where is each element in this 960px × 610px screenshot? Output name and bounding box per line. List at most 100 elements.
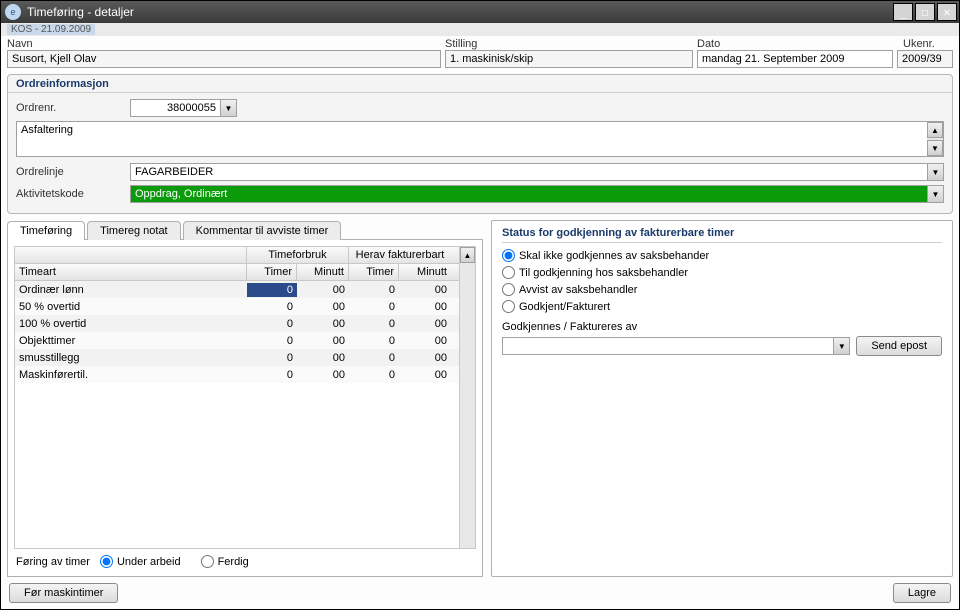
cell-timeart[interactable]: 50 % overtid bbox=[15, 300, 247, 314]
table-row[interactable]: smusstillegg000000 bbox=[15, 349, 459, 366]
ordernr-input[interactable] bbox=[130, 99, 220, 117]
cell-minutt-2[interactable]: 00 bbox=[399, 334, 451, 348]
cell-minutt-1[interactable]: 00 bbox=[297, 300, 349, 314]
cell-timer-2[interactable]: 0 bbox=[349, 283, 399, 297]
titlebar: e Timeføring - detaljer _ ☐ ✕ bbox=[1, 1, 959, 23]
grid-scrollbar[interactable]: ▲ bbox=[459, 247, 475, 548]
grid-col-header: Timeart Timer Minutt Timer Minutt bbox=[15, 264, 459, 281]
cell-timer-1[interactable]: 0 bbox=[247, 300, 297, 314]
chevron-down-icon[interactable]: ▼ bbox=[833, 337, 850, 355]
radio-avvist-label: Avvist av saksbehandler bbox=[519, 284, 637, 296]
cell-minutt-2[interactable]: 00 bbox=[399, 368, 451, 382]
col-minutt-2[interactable]: Minutt bbox=[399, 264, 451, 280]
cell-minutt-1[interactable]: 00 bbox=[297, 368, 349, 382]
cell-timeart[interactable]: Ordinær lønn bbox=[15, 283, 247, 297]
scroll-up-icon[interactable]: ▲ bbox=[460, 247, 475, 263]
label-orderline: Ordrelinje bbox=[16, 166, 126, 178]
minimize-button[interactable]: _ bbox=[893, 3, 913, 21]
tab-timeforing[interactable]: Timeføring bbox=[7, 221, 85, 240]
cell-timer-1[interactable]: 0 bbox=[247, 368, 297, 382]
radio-godkjent-input[interactable] bbox=[502, 300, 515, 313]
cell-minutt-2[interactable]: 00 bbox=[399, 300, 451, 314]
tab-timereg-notat[interactable]: Timereg notat bbox=[87, 221, 180, 240]
radio-under-arbeid[interactable]: Under arbeid bbox=[100, 555, 181, 568]
cell-timer-1[interactable]: 0 bbox=[247, 317, 297, 331]
col-minutt-1[interactable]: Minutt bbox=[297, 264, 349, 280]
approval-radio-list: Skal ikke godkjennes av saksbehander Til… bbox=[502, 249, 942, 313]
cell-timer-1[interactable]: 0 bbox=[247, 334, 297, 348]
chevron-down-icon[interactable]: ▼ bbox=[220, 99, 237, 117]
activity-input[interactable] bbox=[130, 185, 927, 203]
radio-godkjent[interactable]: Godkjent/Fakturert bbox=[502, 300, 932, 313]
send-email-button[interactable]: Send epost bbox=[856, 336, 942, 356]
maskintimer-button[interactable]: Før maskintimer bbox=[9, 583, 118, 603]
cell-timer-2[interactable]: 0 bbox=[349, 300, 399, 314]
cell-minutt-1[interactable]: 00 bbox=[297, 283, 349, 297]
radio-til-godkjenning-input[interactable] bbox=[502, 266, 515, 279]
table-row[interactable]: Ordinær lønn000000 bbox=[15, 281, 459, 298]
cell-minutt-1[interactable]: 00 bbox=[297, 351, 349, 365]
radio-skal-ikke[interactable]: Skal ikke godkjennes av saksbehander bbox=[502, 249, 932, 262]
order-section-title: Ordreinformasjon bbox=[8, 75, 952, 93]
approver-combo[interactable]: ▼ bbox=[502, 337, 850, 355]
order-description[interactable]: Asfaltering bbox=[17, 122, 927, 156]
save-button[interactable]: Lagre bbox=[893, 583, 951, 603]
table-row[interactable]: 50 % overtid000000 bbox=[15, 298, 459, 315]
maximize-button[interactable]: ☐ bbox=[915, 3, 935, 21]
grp-fakturerbart: Herav fakturerbart bbox=[349, 247, 451, 263]
week-field[interactable] bbox=[897, 50, 953, 68]
textarea-scrollbar[interactable]: ▲ ▼ bbox=[927, 122, 943, 156]
cell-timer-1[interactable]: 0 bbox=[247, 283, 297, 297]
col-timer-1[interactable]: Timer bbox=[247, 264, 297, 280]
cell-minutt-1[interactable]: 00 bbox=[297, 317, 349, 331]
col-timer-2[interactable]: Timer bbox=[349, 264, 399, 280]
cell-minutt-1[interactable]: 00 bbox=[297, 334, 349, 348]
cell-timer-2[interactable]: 0 bbox=[349, 317, 399, 331]
main-columns: Timeføring Timereg notat Kommentar til a… bbox=[1, 220, 959, 577]
cell-timer-1[interactable]: 0 bbox=[247, 351, 297, 365]
radio-til-godkjenning[interactable]: Til godkjenning hos saksbehandler bbox=[502, 266, 932, 279]
radio-ferdig[interactable]: Ferdig bbox=[201, 555, 249, 568]
cell-timer-2[interactable]: 0 bbox=[349, 351, 399, 365]
scroll-down-icon[interactable]: ▼ bbox=[927, 140, 943, 156]
radio-ferdig-label: Ferdig bbox=[218, 556, 249, 568]
table-row[interactable]: Maskinførertil.000000 bbox=[15, 366, 459, 383]
cell-minutt-2[interactable]: 00 bbox=[399, 351, 451, 365]
cell-timer-2[interactable]: 0 bbox=[349, 368, 399, 382]
grid-body[interactable]: Ordinær lønn00000050 % overtid000000100 … bbox=[15, 281, 459, 548]
table-row[interactable]: Objekttimer000000 bbox=[15, 332, 459, 349]
cell-timeart[interactable]: Maskinførertil. bbox=[15, 368, 247, 382]
close-button[interactable]: ✕ bbox=[937, 3, 957, 21]
radio-avvist[interactable]: Avvist av saksbehandler bbox=[502, 283, 932, 296]
cell-timeart[interactable]: smusstillegg bbox=[15, 351, 247, 365]
chevron-down-icon[interactable]: ▼ bbox=[927, 185, 944, 203]
window-title: Timeføring - detaljer bbox=[27, 5, 893, 19]
cell-minutt-2[interactable]: 00 bbox=[399, 283, 451, 297]
order-section: Ordreinformasjon Ordrenr. ▼ Asfaltering … bbox=[7, 74, 953, 214]
radio-under-arbeid-input[interactable] bbox=[100, 555, 113, 568]
tab-kommentar[interactable]: Kommentar til avviste timer bbox=[183, 221, 342, 240]
chevron-down-icon[interactable]: ▼ bbox=[927, 163, 944, 181]
radio-til-godkjenning-label: Til godkjenning hos saksbehandler bbox=[519, 267, 688, 279]
cell-timeart[interactable]: 100 % overtid bbox=[15, 317, 247, 331]
col-timeart[interactable]: Timeart bbox=[15, 264, 247, 280]
activity-combo[interactable]: ▼ bbox=[130, 185, 944, 203]
orderline-combo[interactable]: ▼ bbox=[130, 163, 944, 181]
orderline-input[interactable] bbox=[130, 163, 927, 181]
approver-input[interactable] bbox=[502, 337, 833, 355]
radio-skal-ikke-input[interactable] bbox=[502, 249, 515, 262]
label-activity: Aktivitetskode bbox=[16, 188, 126, 200]
cell-timer-2[interactable]: 0 bbox=[349, 334, 399, 348]
radio-skal-ikke-label: Skal ikke godkjennes av saksbehander bbox=[519, 250, 709, 262]
table-row[interactable]: 100 % overtid000000 bbox=[15, 315, 459, 332]
window-controls: _ ☐ ✕ bbox=[893, 3, 957, 21]
radio-ferdig-input[interactable] bbox=[201, 555, 214, 568]
cell-minutt-2[interactable]: 00 bbox=[399, 317, 451, 331]
scroll-up-icon[interactable]: ▲ bbox=[927, 122, 943, 138]
radio-avvist-input[interactable] bbox=[502, 283, 515, 296]
name-field[interactable] bbox=[7, 50, 441, 68]
date-field[interactable] bbox=[697, 50, 893, 68]
cell-timeart[interactable]: Objekttimer bbox=[15, 334, 247, 348]
ordernr-combo[interactable]: ▼ bbox=[130, 99, 237, 117]
position-field[interactable] bbox=[445, 50, 693, 68]
